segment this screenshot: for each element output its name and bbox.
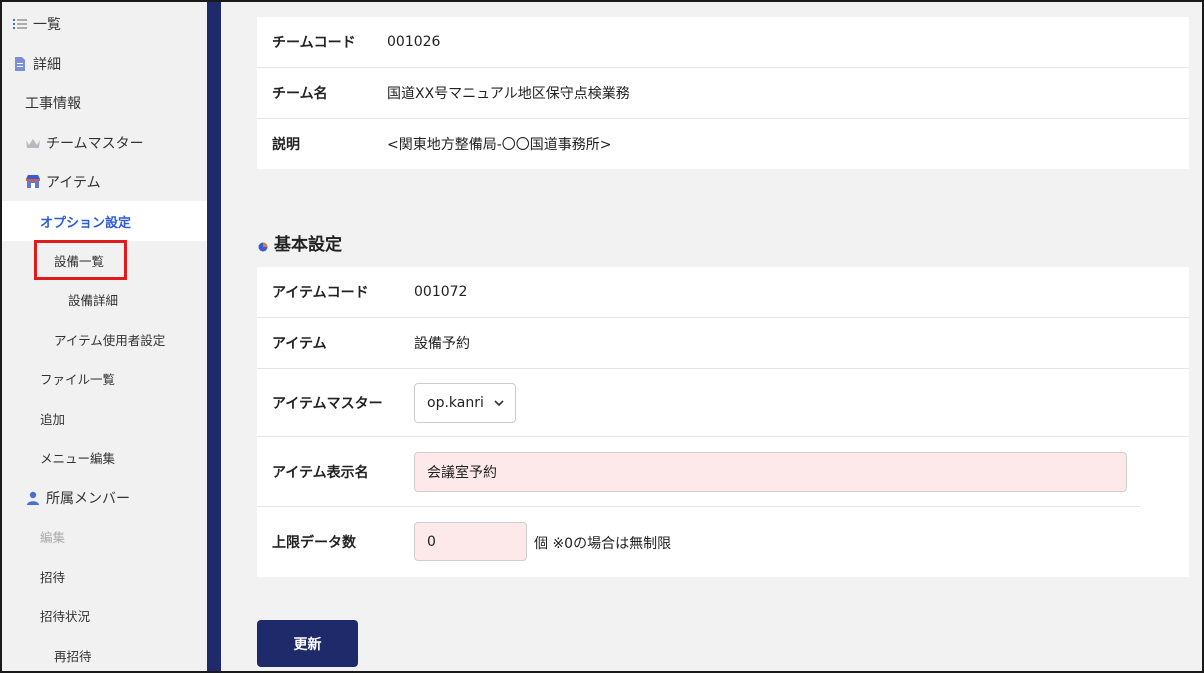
item-display-name-value: 会議室予約 [427,465,497,481]
item-master-selected: op.kanri [427,395,484,411]
basic-settings-card: アイテムコード 001072 アイテム 設備予約 アイテムマスター アイテム表示… [257,267,1189,577]
sidebar-item-menu-edit[interactable]: メニュー編集 [0,438,207,477]
item-code-label: アイテムコード [272,285,369,301]
sidebar-item-item[interactable]: アイテム [0,162,207,201]
sidebar-item-invite-status[interactable]: 招待状況 [0,596,207,635]
limit-note: 個 ※0の場合は無制限 [534,536,672,552]
sidebar-item-label: 設備詳細 [68,293,119,308]
sidebar-item-label: 工事情報 [25,95,81,112]
sidebar-item-reinvite[interactable]: 再招待 [0,636,207,673]
section-title-text: 基本設定 [274,234,342,255]
team-info-card: チームコード 001026 チーム名 国道XX号マニュアル地区保守点検業務 説明… [257,17,1189,169]
team-name-label: チーム名 [272,86,328,102]
person-icon [25,491,41,505]
sidebar-item-label: 所属メンバー [46,490,130,507]
item-code-value: 001072 [414,284,468,300]
team-name-value: 国道XX号マニュアル地区保守点検業務 [387,86,630,102]
team-code-value: 001026 [387,34,441,50]
sidebar-item-label: 追加 [40,412,66,427]
item-display-name-input[interactable]: 会議室予約 [414,452,1127,492]
item-master-select[interactable]: op.kanri [414,383,516,423]
sidebar-item-label: 招待 [40,570,66,585]
document-icon [12,56,28,71]
sidebar-item-label: 編集 [40,530,66,545]
sidebar-item-label: ファイル一覧 [40,372,116,387]
item-row: アイテム 設備予約 [257,318,1189,369]
team-code-label: チームコード [272,35,356,51]
item-label: アイテム [272,336,327,352]
sidebar-item-edit: 編集 [0,517,207,556]
chevron-down-icon [493,397,505,413]
sidebar-item-label: 一覧 [33,16,61,33]
team-name-row: チーム名 国道XX号マニュアル地区保守点検業務 [257,68,1189,119]
sidebar-item-option-settings[interactable]: オプション設定 [0,201,207,241]
limit-value: 0 [427,533,436,550]
sidebar-item-members[interactable]: 所属メンバー [0,478,207,517]
sidebar-item-label: 設備一覧 [54,254,105,269]
list-icon [12,18,28,30]
sidebar-item-label: アイテム [46,174,101,191]
section-title-basic: 基本設定 [258,230,342,255]
crown-icon [25,137,41,149]
sidebar-item-equipment-list[interactable]: 設備一覧 [0,241,207,280]
sidebar-item-invite[interactable]: 招待 [0,557,207,596]
sidebar-item-equipment-detail[interactable]: 設備詳細 [0,280,207,319]
sidebar-item-team-master[interactable]: チームマスター [0,123,207,162]
section-bullet-icon [258,237,268,252]
sidebar-item-label: 詳細 [33,56,61,73]
team-desc-row: 説明 <関東地方整備局-〇〇国道事務所> [257,119,1189,169]
sidebar-item-label: 再招待 [54,649,92,664]
sidebar-item-detail[interactable]: 詳細 [0,44,207,83]
limit-label: 上限データ数 [272,535,356,551]
limit-row: 上限データ数 [257,507,1140,577]
item-code-row: アイテムコード 001072 [257,267,1189,318]
item-display-name-label: アイテム表示名 [272,464,369,481]
sidebar-item-label: メニュー編集 [40,451,116,466]
sidebar: 一覧 詳細 工事情報 チームマスター アイテム オプション設定 設備一覧 設備詳… [0,0,207,673]
sidebar-item-label: チームマスター [46,135,144,152]
team-desc-label: 説明 [272,137,300,153]
sidebar-item-label: 招待状況 [40,609,91,624]
sidebar-item-file-list[interactable]: ファイル一覧 [0,359,207,398]
limit-input[interactable]: 0 [414,522,527,561]
sidebar-item-label: オプション設定 [40,215,132,231]
sidebar-item-construction-info[interactable]: 工事情報 [0,83,207,122]
sidebar-item-label: アイテム使用者設定 [54,333,166,348]
team-desc-value: <関東地方整備局-〇〇国道事務所> [387,137,612,153]
sidebar-item-item-user-settings[interactable]: アイテム使用者設定 [0,320,207,359]
item-master-row: アイテムマスター [257,369,1189,437]
sidebar-item-add[interactable]: 追加 [0,399,207,438]
sidebar-divider-bar [207,0,221,673]
team-code-row: チームコード 001026 [257,17,1189,68]
sidebar-item-list[interactable]: 一覧 [0,4,207,43]
item-master-label: アイテムマスター [272,395,383,412]
store-icon [25,175,41,188]
item-value: 設備予約 [414,336,470,352]
update-button[interactable]: 更新 [257,620,358,667]
